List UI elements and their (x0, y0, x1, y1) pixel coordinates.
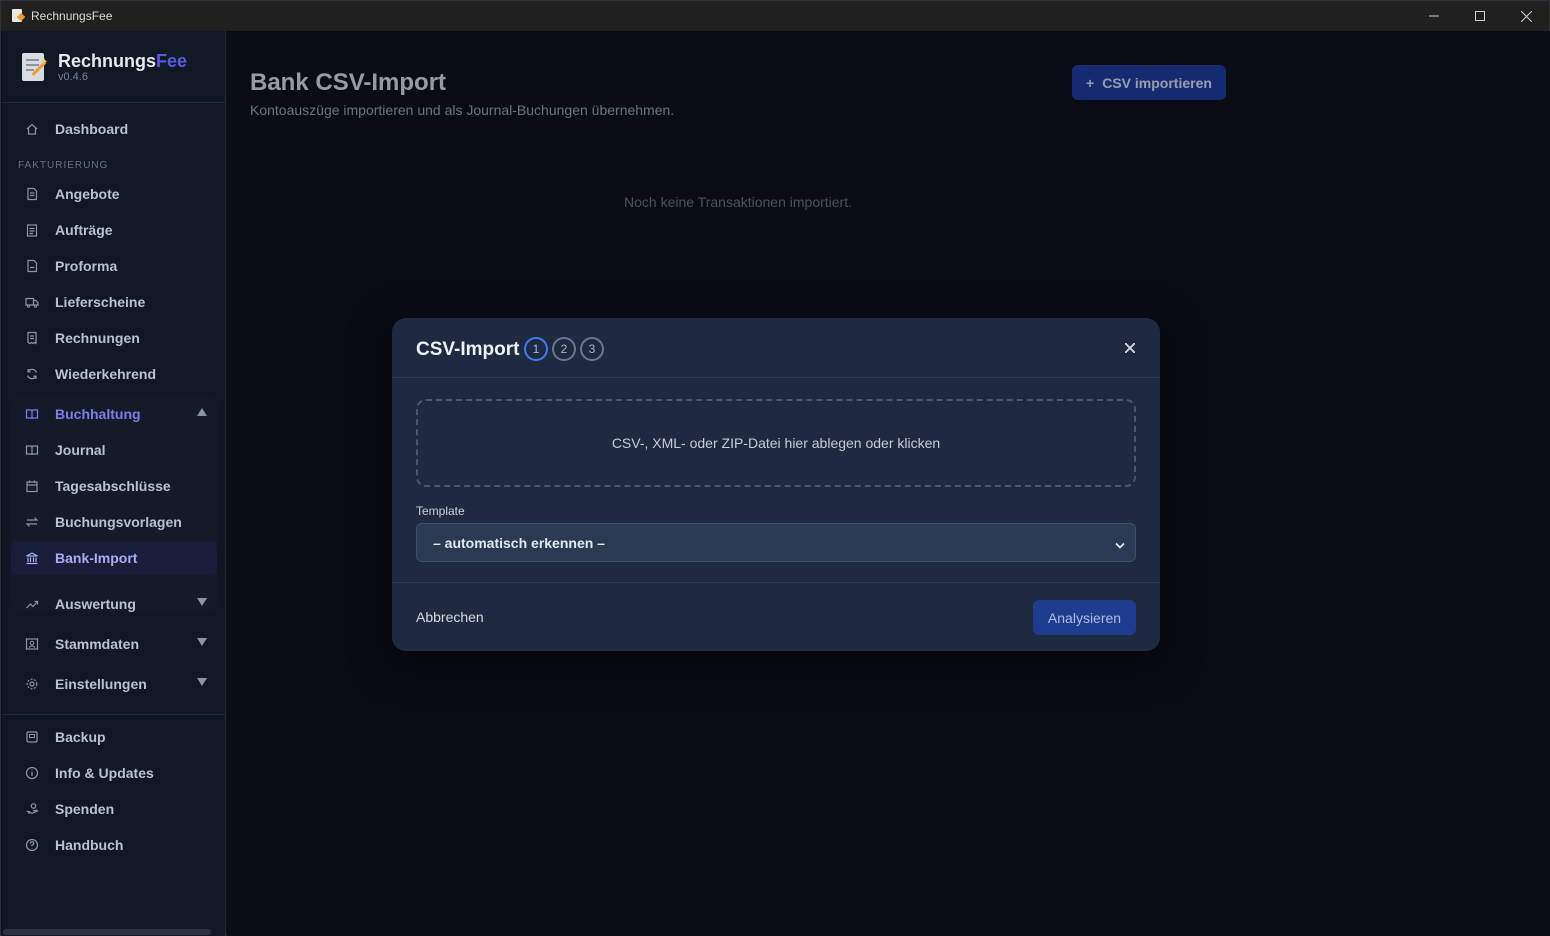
app-window: RechnungsFee ✦ RechnungsFee v0.4.6 Dashb… (0, 0, 1550, 936)
close-icon[interactable] (1122, 340, 1138, 356)
divider (2, 714, 225, 715)
cancel-button[interactable]: Abbrechen (416, 609, 484, 625)
file-dropzone[interactable]: CSV-, XML- oder ZIP-Datei hier ablegen o… (416, 399, 1136, 487)
step-3: 3 (580, 337, 604, 361)
trending-up-icon (24, 596, 40, 612)
sidebar-item-buchungsvorlagen[interactable]: Buchungsvorlagen (11, 505, 217, 539)
save-icon (24, 729, 40, 745)
calendar-icon (24, 478, 40, 494)
chevron-down-icon (197, 678, 207, 686)
receipt-icon (24, 330, 40, 346)
sidebar-item-bank-import[interactable]: Bank-Import (11, 541, 217, 575)
brand: ✦ RechnungsFee v0.4.6 (20, 51, 187, 87)
gear-icon (24, 676, 40, 692)
section-label-billing: FAKTURIERUNG (18, 160, 109, 171)
document-icon (24, 186, 40, 202)
sidebar: ✦ RechnungsFee v0.4.6 Dashboard FAKTURIE… (2, 31, 226, 936)
app-version: v0.4.6 (58, 71, 88, 83)
refresh-icon (24, 366, 40, 382)
chevron-up-icon (197, 408, 207, 416)
sidebar-item-rechnungen[interactable]: Rechnungen (11, 321, 217, 355)
sidebar-item-tagesabschluesse[interactable]: Tagesabschlüsse (11, 469, 217, 503)
book-icon (24, 442, 40, 458)
dialog-footer: Abbrechen Analysieren (392, 582, 1160, 651)
sidebar-item-lieferscheine[interactable]: Lieferscheine (11, 285, 217, 319)
dialog-header: CSV-Import 1 2 3 (392, 318, 1160, 378)
sidebar-item-buchhaltung[interactable]: Buchhaltung (11, 397, 217, 431)
close-window-icon[interactable] (1503, 1, 1549, 31)
dialog-title: CSV-Import (416, 339, 520, 360)
bank-icon (24, 550, 40, 566)
window-title: RechnungsFee (31, 9, 113, 23)
sidebar-item-auftraege[interactable]: Aufträge (11, 213, 217, 247)
info-icon (24, 765, 40, 781)
chevron-down-icon (197, 598, 207, 606)
step-indicator: 1 2 3 (524, 337, 608, 361)
maximize-icon[interactable] (1457, 1, 1503, 31)
template-label: Template (416, 504, 465, 518)
sidebar-item-info-updates[interactable]: Info & Updates (11, 756, 217, 790)
step-1: 1 (524, 337, 548, 361)
truck-icon (24, 294, 40, 310)
chevron-down-icon (1115, 537, 1125, 553)
sidebar-item-spenden[interactable]: Spenden (11, 792, 217, 826)
sidebar-item-dashboard[interactable]: Dashboard (11, 112, 217, 146)
sidebar-item-auswertung[interactable]: Auswertung (11, 587, 217, 621)
sidebar-item-stammdaten[interactable]: Stammdaten (11, 627, 217, 661)
brand-name: RechnungsFee (58, 51, 188, 71)
help-circle-icon (24, 837, 40, 853)
sidebar-item-handbuch[interactable]: Handbuch (11, 828, 217, 862)
file-icon (24, 258, 40, 274)
analyze-button[interactable]: Analysieren (1033, 600, 1136, 635)
divider (2, 102, 225, 103)
sidebar-item-journal[interactable]: Journal (11, 433, 217, 467)
sidebar-item-wiederkehrend[interactable]: Wiederkehrend (11, 357, 217, 391)
window-controls (1411, 1, 1549, 31)
home-icon (24, 121, 40, 137)
sidebar-item-einstellungen[interactable]: Einstellungen (11, 667, 217, 701)
app-icon (11, 9, 25, 23)
clipboard-icon (24, 222, 40, 238)
book-open-icon (24, 406, 40, 422)
title-bar: RechnungsFee (1, 1, 1549, 31)
logo-icon: ✦ (20, 53, 50, 87)
contact-card-icon (24, 636, 40, 652)
donate-hand-icon (24, 801, 40, 817)
template-select[interactable]: – automatisch erkennen – (416, 523, 1136, 562)
minimize-icon[interactable] (1411, 1, 1457, 31)
sidebar-item-backup[interactable]: Backup (11, 720, 217, 754)
csv-import-dialog: CSV-Import 1 2 3 CSV-, XML- oder ZIP-Dat… (392, 318, 1160, 651)
sidebar-scrollbar[interactable] (3, 929, 211, 935)
repeat-icon (24, 514, 40, 530)
sidebar-item-angebote[interactable]: Angebote (11, 177, 217, 211)
chevron-down-icon (197, 638, 207, 646)
step-2: 2 (552, 337, 576, 361)
sidebar-item-proforma[interactable]: Proforma (11, 249, 217, 283)
